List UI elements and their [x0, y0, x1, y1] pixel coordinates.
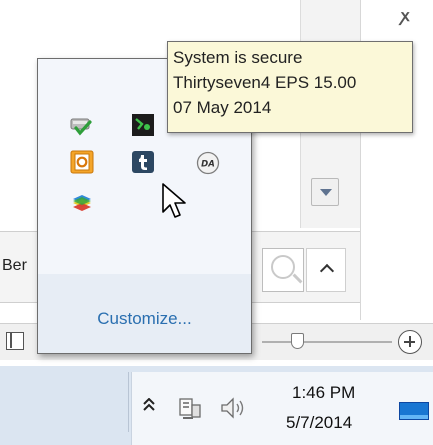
terminal-app-icon[interactable]	[131, 113, 155, 137]
chevron-up-button[interactable]	[306, 248, 346, 292]
tooltip-date-line: 07 May 2014	[173, 98, 272, 117]
search-icon	[271, 255, 295, 279]
tooltip-product-line: Thirtyseven4 EPS 15.00	[173, 73, 357, 92]
volume-icon[interactable]	[219, 396, 249, 420]
clock-time[interactable]: 1:46 PM	[292, 383, 355, 403]
network-icon[interactable]	[179, 396, 201, 422]
security-check-icon[interactable]	[69, 113, 93, 137]
search-button[interactable]	[262, 248, 304, 292]
view-toggle-icon[interactable]	[6, 332, 24, 350]
zoom-in-button[interactable]	[398, 330, 422, 354]
toolbar-label: Ber	[2, 257, 27, 274]
bluestacks-icon[interactable]	[70, 190, 94, 214]
mouse-cursor-icon	[162, 183, 186, 218]
taskbar-divider	[128, 372, 129, 432]
chevron-up-icon	[143, 397, 155, 411]
security-tooltip: System is secure Thirtyseven4 EPS 15.00 …	[167, 41, 413, 133]
ribbon-glyph-icon: ꭗ	[401, 6, 410, 25]
show-hidden-icons-button[interactable]	[143, 397, 155, 416]
notification-area: 1:46 PM 5/7/2014	[131, 372, 433, 445]
svg-text:DA: DA	[201, 160, 215, 170]
tumblr-icon[interactable]	[131, 150, 155, 174]
clock-date[interactable]: 5/7/2014	[286, 413, 352, 433]
zoom-slider-thumb[interactable]	[291, 333, 304, 349]
taskbar: 1:46 PM 5/7/2014	[0, 366, 433, 445]
customize-link[interactable]: Customize...	[38, 309, 251, 329]
da-icon[interactable]: DA	[196, 151, 220, 175]
zoom-slider-track[interactable]	[262, 341, 392, 343]
outlook-icon[interactable]	[70, 150, 94, 174]
scroll-down-button[interactable]	[311, 178, 339, 206]
show-desktop-icon[interactable]	[399, 402, 429, 420]
tooltip-status-line: System is secure	[173, 48, 303, 67]
